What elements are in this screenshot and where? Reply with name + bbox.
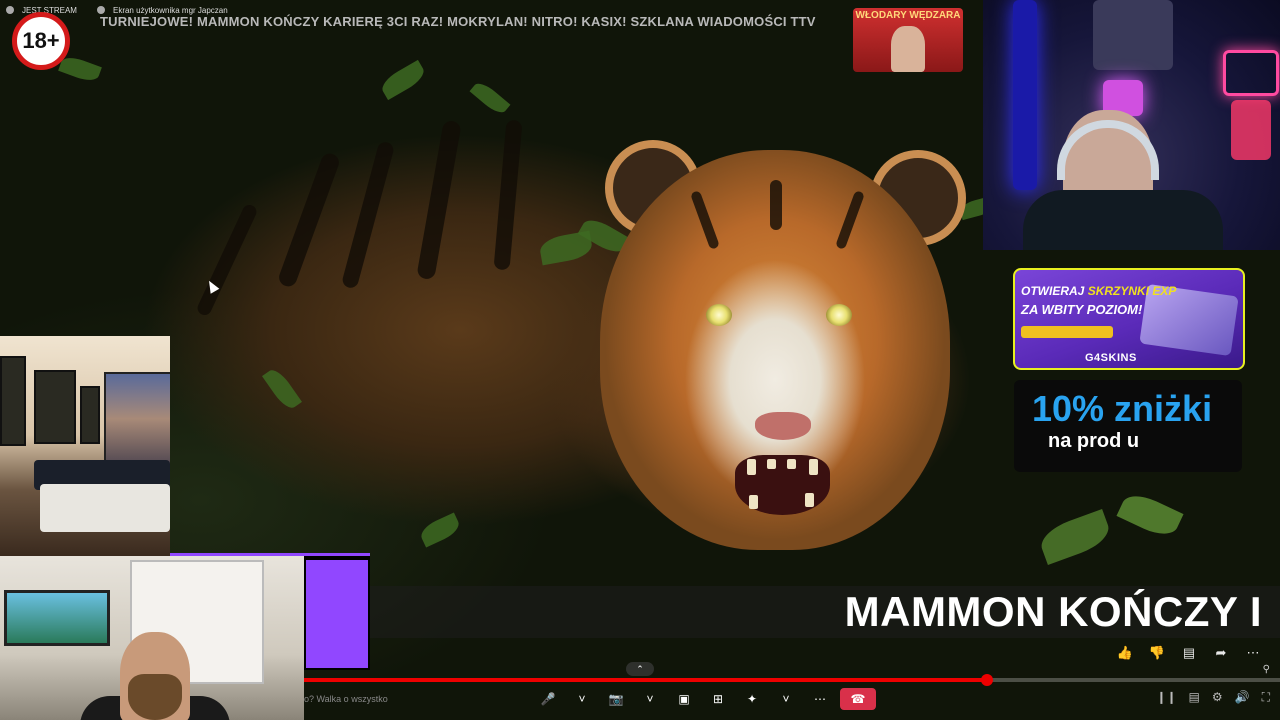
tiger-stripe [493,119,523,271]
tooth [809,459,818,475]
tiger-eye-left [706,304,732,326]
chevron-down-icon[interactable]: ˅ [636,688,664,710]
guest-beard [128,674,182,720]
effects-icon[interactable]: ✦ [738,688,766,710]
neon-light [1231,100,1271,160]
leaf [58,53,102,85]
tooth [787,459,796,469]
bedroom-image [0,336,170,556]
tiger-stripe [276,151,342,289]
leaf [1036,509,1114,565]
guest-webcam [0,556,304,720]
promo-line2: ZA WBITY POZIOM! [1021,302,1143,317]
stream-status-icon [6,6,14,14]
aquarium [4,590,110,646]
wall-art [80,386,100,444]
apps-icon[interactable]: ⊞ [704,688,732,710]
leaf [378,59,428,101]
leave-call-icon[interactable]: ☎ [840,688,876,710]
tiger-eye-right [826,304,852,326]
progress-fill [304,678,988,682]
tiger-nose [755,412,811,440]
player-controls-right: ❙❙ ▤ ⚙ 🔊 ⛶ [1156,690,1270,705]
video-progress-bar[interactable] [304,674,1280,686]
thumbs-down-icon[interactable]: 👎 [1148,644,1166,662]
streamer-webcam [983,0,1280,250]
chevron-down-icon[interactable]: ˅ [568,688,596,710]
discount-subtext: na prod u [1048,430,1140,452]
fullscreen-icon[interactable]: ⛶ [1262,690,1270,705]
discount-percent: 10% zniżki [1032,388,1213,429]
leaf [262,365,302,413]
leaf [417,512,463,548]
tooth [749,495,758,509]
tiger-stripe [340,140,396,290]
wlodary-figure [891,26,925,72]
promo-line1: OTWIERAJ SKRZYNKI EXP [1021,284,1176,298]
promo-bar [1021,326,1113,338]
wall-art [0,356,26,446]
ticker-caption: MAMMON KOŃCZY I [844,588,1262,635]
tiger-stripe [770,180,782,230]
led-strip [1013,0,1037,190]
share-icon[interactable]: ➦ [1212,644,1230,662]
more-icon[interactable]: ⋯ [806,688,834,710]
microphone-icon[interactable]: 🎤 [534,688,562,710]
purple-panel [306,560,368,668]
promo-line1-a: OTWIERAJ [1021,284,1085,298]
g4skins-logo: G4SKINS [1085,352,1137,364]
user-avatar [96,6,105,14]
tiger-stripe [195,202,259,318]
chevron-down-icon[interactable]: ˅ [772,688,800,710]
neon-sign [1223,50,1279,96]
bed [40,484,170,532]
video-actions: 👍 👎 ▤ ➦ ⋯ [1116,644,1262,662]
leaf [469,79,511,117]
tiger-stripe [416,119,462,281]
streamer-body [1023,190,1223,250]
age-rating-badge: 18+ [12,12,70,70]
leaf [1116,488,1184,542]
comment-icon[interactable]: ▤ [1180,644,1198,662]
tooth [747,459,756,475]
wall-art [34,370,76,444]
expand-controls-button[interactable]: ⌃ [626,662,654,676]
more-icon[interactable]: ⋯ [1244,644,1262,662]
discount-banner: 10% zniżki na prod u [1014,380,1242,472]
wlodary-overlay: WŁODARY WĘDZARA [853,8,963,72]
g4skins-promo: OTWIERAJ SKRZYNKI EXP ZA WBITY POZIOM! G… [1013,268,1245,370]
tiger-mouth [735,455,830,515]
subtitles-icon[interactable]: ▤ [1189,690,1200,705]
zoom-icon[interactable]: ⚲ [1263,664,1270,675]
promo-line1-b: SKRZYNKI EXP [1087,284,1177,298]
present-icon[interactable]: ▣ [670,688,698,710]
footer-caption: o? Walka o wszystko [304,694,388,704]
settings-icon[interactable]: ⚙ [1212,690,1223,705]
wlodary-text: WŁODARY WĘDZARA [855,10,961,21]
pause-icon[interactable]: ❙❙ [1156,690,1176,705]
volume-icon[interactable]: 🔊 [1235,690,1250,705]
tooth [805,493,814,507]
thumbs-up-icon[interactable]: 👍 [1116,644,1134,662]
purple-overlay-box [304,556,370,670]
wall-poster [1093,0,1173,70]
tooth [767,459,776,469]
camera-off-icon[interactable]: 📷 [602,688,630,710]
meeting-controls: 🎤 ˅ 📷 ˅ ▣ ⊞ ✦ ˅ ⋯ ☎ [534,688,876,710]
video-title: TURNIEJOWE! MAMMON KOŃCZY KARIERĘ 3CI RA… [100,14,816,29]
